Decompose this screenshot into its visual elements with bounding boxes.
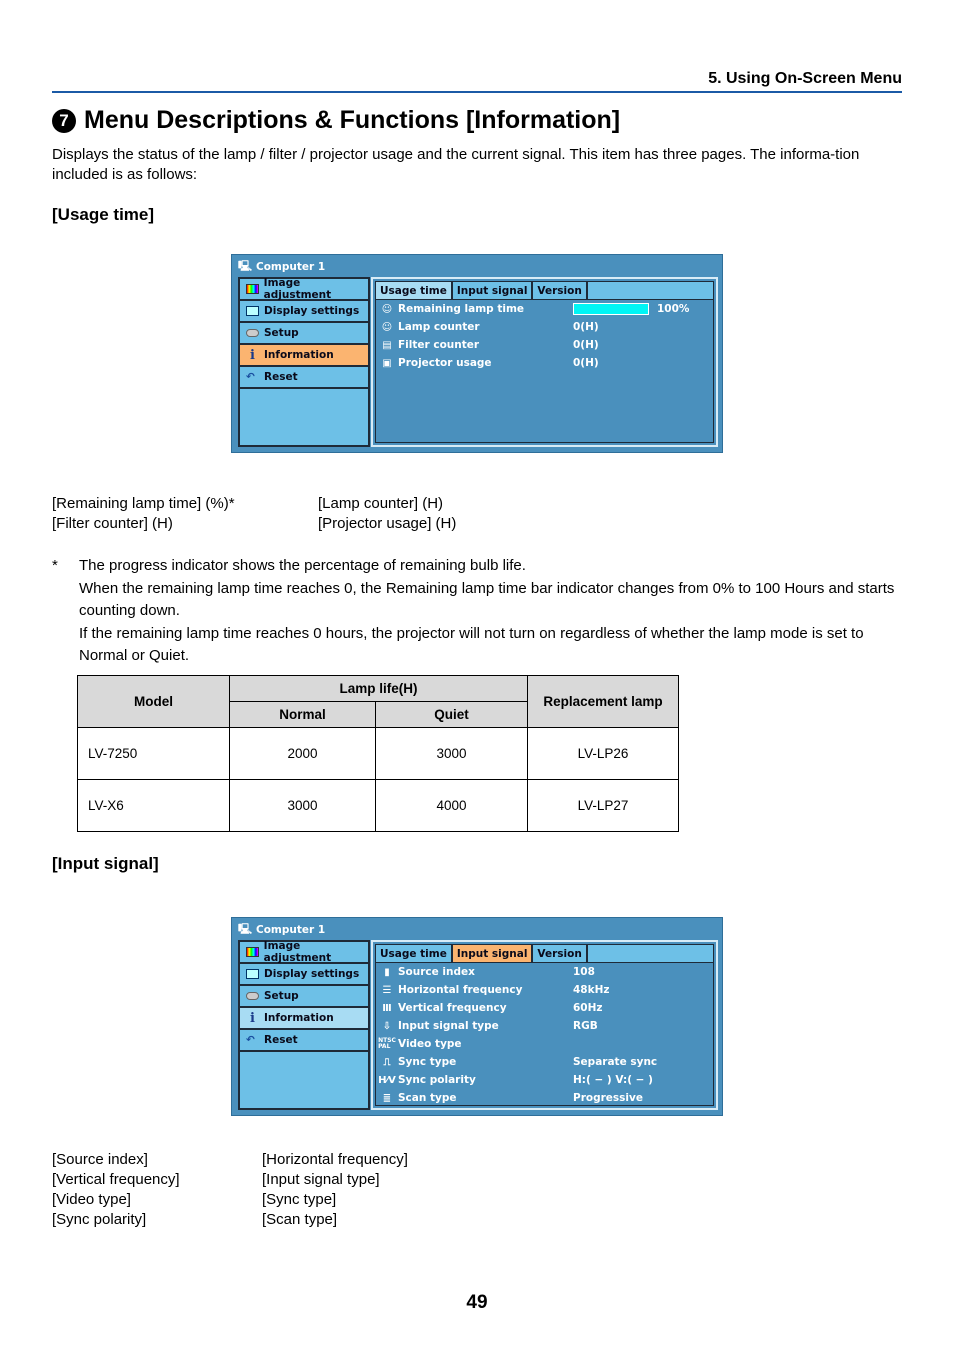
table-row: LV-7250 2000 3000 LV-LP26 — [77, 727, 679, 780]
table-row: LV-X6 3000 4000 LV-LP27 — [77, 779, 679, 832]
section-header: 5. Using On-Screen Menu — [52, 70, 902, 93]
footnote: * The progress indicator shows the perce… — [52, 557, 895, 664]
vertical-frequency-icon: Ⅲ — [382, 1002, 392, 1014]
scan-type-icon: ≣ — [382, 1092, 392, 1104]
palette-icon — [246, 947, 259, 957]
projector-icon — [246, 329, 259, 337]
info-row: ≣ Scan type Progressive — [376, 1089, 713, 1107]
osd-tabs: Usage time Input signal Version — [376, 945, 713, 963]
tab-usage-time[interactable]: Usage time — [376, 282, 453, 299]
horizontal-frequency-icon: ☰ — [382, 984, 392, 996]
menu-item-display-settings[interactable]: Display settings — [240, 301, 368, 323]
menu-item-image-adjustment[interactable]: Image adjustment — [240, 277, 368, 301]
header-quiet: Quiet — [375, 701, 528, 728]
osd-menu: Image adjustment Display settings Setup … — [238, 940, 370, 1110]
page-title: 7 Menu Descriptions & Functions [Informa… — [52, 106, 620, 135]
tab-version[interactable]: Version — [533, 945, 588, 962]
header-lamp-life: Lamp life(H) — [229, 675, 528, 702]
sync-type-icon: ⎍ — [383, 1056, 391, 1068]
info-row: ⎍ Sync type Separate sync — [376, 1053, 713, 1071]
osd-title: 🖳 Computer 1 — [238, 258, 325, 276]
computer-icon: 🖳 — [238, 923, 253, 935]
osd-title: 🖳 Computer 1 — [238, 921, 325, 939]
projector-usage-icon: ▣ — [382, 357, 392, 369]
menu-item-display-settings[interactable]: Display settings — [240, 964, 368, 986]
page-title-text: Menu Descriptions & Functions [Informati… — [84, 106, 621, 134]
info-row: Ⅲ Vertical frequency 60Hz — [376, 999, 713, 1017]
osd-usage-time: 🖳 Computer 1 Image adjustment Display se… — [231, 254, 723, 453]
input-signal-type-icon: ⇩ — [382, 1020, 392, 1032]
tab-input-signal[interactable]: Input signal — [453, 282, 534, 299]
info-row: ▤ Filter counter 0(H) — [376, 336, 713, 354]
computer-icon: 🖳 — [238, 260, 253, 272]
info-row: H⁄V Sync polarity H:( − ) V:( − ) — [378, 1074, 653, 1086]
info-icon: i — [250, 347, 255, 363]
display-icon — [246, 969, 259, 979]
osd-input-signal: 🖳 Computer 1 Image adjustment Display se… — [231, 917, 723, 1116]
projector-icon — [246, 992, 259, 1000]
lamp-counter-icon: ☺ — [381, 321, 393, 333]
tab-input-signal[interactable]: Input signal — [452, 945, 534, 962]
tab-version[interactable]: Version — [533, 282, 588, 299]
info-row: ☺ Lamp counter 0(H) — [376, 318, 713, 336]
header-model: Model — [77, 675, 230, 728]
info-row: NTSC PAL Video type — [378, 1037, 462, 1051]
remaining-lamp-value: 100% — [657, 303, 690, 315]
video-type-icon: NTSC PAL — [378, 1037, 396, 1050]
input-fields-list: [Source index] [Horizontal frequency] [Ve… — [52, 1151, 408, 1228]
number-badge: 7 — [52, 108, 76, 133]
usage-time-heading: [Usage time] — [52, 205, 155, 224]
info-icon: i — [250, 1010, 255, 1026]
menu-item-setup[interactable]: Setup — [240, 986, 368, 1008]
osd-tabs: Usage time Input signal Version — [376, 282, 713, 300]
sync-polarity-icon: H⁄V — [378, 1074, 396, 1086]
osd-menu: Image adjustment Display settings Setup … — [238, 277, 370, 447]
menu-item-image-adjustment[interactable]: Image adjustment — [240, 940, 368, 964]
info-row: ⇩ Input signal type RGB — [376, 1017, 713, 1035]
info-row: ☰ Horizontal frequency 48kHz — [376, 981, 713, 999]
source-index-icon: ▮ — [384, 966, 390, 978]
osd-content: Usage time Input signal Version ☺ Remain… — [371, 277, 718, 447]
reset-icon: ↶ — [246, 1034, 255, 1046]
menu-item-reset[interactable]: ↶ Reset — [240, 367, 368, 389]
osd-content: Usage time Input signal Version ▮ Source … — [371, 940, 718, 1110]
usage-fields-list: [Remaining lamp time] (%)* [Lamp counter]… — [52, 495, 457, 532]
menu-item-reset[interactable]: ↶ Reset — [240, 1030, 368, 1052]
filter-icon: ▤ — [382, 339, 392, 351]
menu-item-information[interactable]: i Information — [240, 345, 368, 367]
palette-icon — [246, 284, 259, 294]
menu-item-information[interactable]: i Information — [240, 1008, 368, 1030]
input-signal-heading: [Input signal] — [52, 854, 159, 873]
tab-usage-time[interactable]: Usage time — [376, 945, 453, 962]
intro-paragraph: Displays the status of the lamp / filter… — [52, 146, 860, 183]
header-normal: Normal — [229, 701, 376, 728]
info-row: ▮ Source index 108 — [376, 963, 713, 981]
display-icon — [246, 306, 259, 316]
reset-icon: ↶ — [246, 371, 255, 383]
lamp-time-icon: ☺ — [381, 303, 393, 315]
info-row: ▣ Projector usage 0(H) — [376, 354, 713, 372]
remaining-lamp-progress-bar — [573, 303, 649, 315]
info-row: ☺ Remaining lamp time 100% — [376, 300, 713, 318]
header-replacement: Replacement lamp — [527, 675, 679, 728]
page-number: 49 — [466, 1292, 488, 1313]
menu-item-setup[interactable]: Setup — [240, 323, 368, 345]
lamp-life-table: Model Lamp life(H) Replacement lamp Norm… — [77, 675, 679, 832]
